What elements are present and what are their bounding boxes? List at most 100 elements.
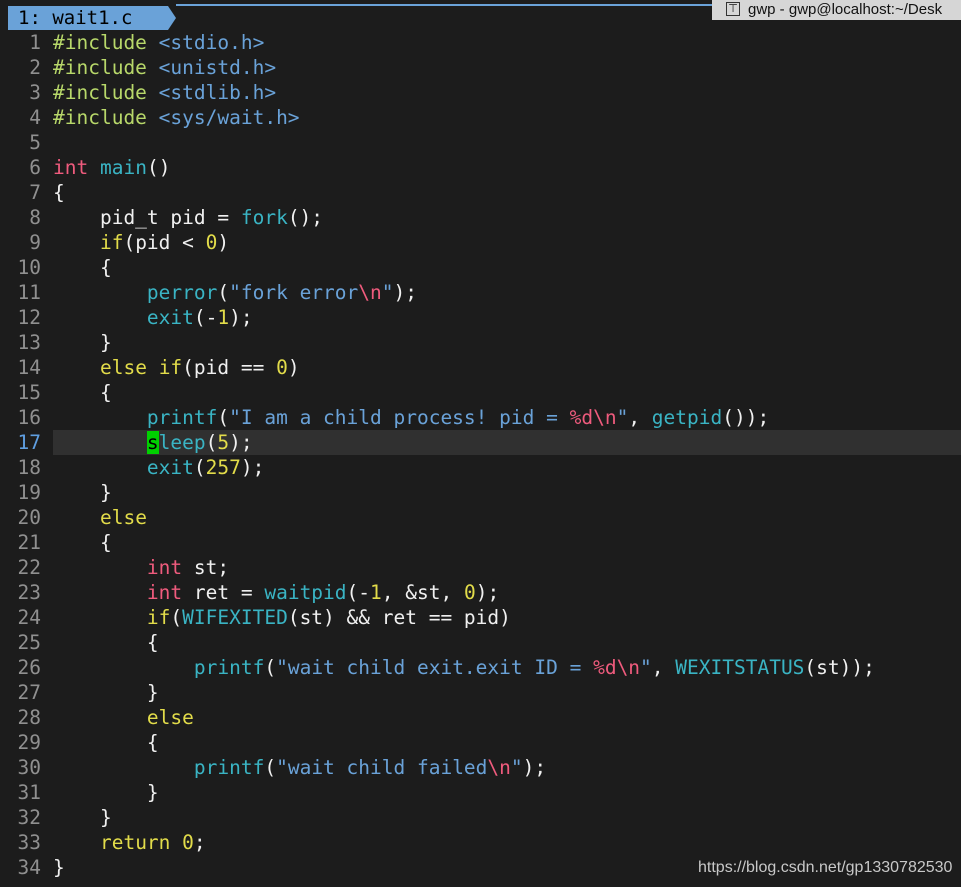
line-code[interactable]: else (53, 505, 147, 530)
line-code[interactable]: else if(pid == 0) (53, 355, 300, 380)
line-number: 7 (29, 181, 41, 204)
line-code[interactable]: { (53, 255, 112, 280)
line-code[interactable]: int ret = waitpid(-1, &st, 0); (53, 580, 499, 605)
pin-icon[interactable]: ⊤ (726, 2, 740, 16)
code-line[interactable]: 31 } (0, 780, 961, 805)
line-number: 6 (29, 156, 41, 179)
line-code[interactable]: perror("fork error\n"); (53, 280, 417, 305)
line-code[interactable]: } (53, 805, 112, 830)
line-code[interactable]: } (53, 680, 159, 705)
line-code[interactable]: } (53, 855, 65, 880)
line-number: 30 (17, 756, 41, 779)
code-editor[interactable]: 1 #include <stdio.h> 2 #include <unistd.h> 3… (0, 30, 961, 880)
code-line[interactable]: 14 else if(pid == 0) (0, 355, 961, 380)
code-line[interactable]: 15 { (0, 380, 961, 405)
code-line[interactable]: 21 { (0, 530, 961, 555)
line-code[interactable]: printf("wait child exit.exit ID = %d\n",… (53, 655, 875, 680)
code-line[interactable]: 32 } (0, 805, 961, 830)
code-line[interactable]: 17 sleep(5); (0, 430, 961, 455)
code-line[interactable]: 12 exit(-1); (0, 305, 961, 330)
line-code[interactable]: #include <stdlib.h> (53, 80, 276, 105)
line-code[interactable]: { (53, 380, 112, 405)
line-code[interactable]: pid_t pid = fork(); (53, 205, 323, 230)
line-code[interactable]: } (53, 330, 112, 355)
line-code[interactable]: if(pid < 0) (53, 230, 229, 255)
code-line[interactable]: 28 else (0, 705, 961, 730)
line-number: 25 (17, 631, 41, 654)
line-code[interactable]: #include <sys/wait.h> (53, 105, 300, 130)
code-line[interactable]: 27 } (0, 680, 961, 705)
code-line[interactable]: 11 perror("fork error\n"); (0, 280, 961, 305)
line-code[interactable]: exit(-1); (53, 305, 253, 330)
line-number: 20 (17, 506, 41, 529)
line-code[interactable]: } (53, 480, 112, 505)
code-line[interactable]: 4 #include <sys/wait.h> (0, 105, 961, 130)
line-code[interactable]: else (53, 705, 194, 730)
code-line[interactable]: 29 { (0, 730, 961, 755)
tab-bar: 1: wait1.c ⊤ gwp - gwp@localhost:~/Desk (0, 0, 961, 30)
line-code[interactable]: { (53, 630, 159, 655)
watermark: https://blog.csdn.net/gp1330782530 (698, 859, 953, 876)
code-line[interactable]: 5 (0, 130, 961, 155)
line-code[interactable]: printf("wait child failed\n"); (53, 755, 546, 780)
line-code[interactable]: { (53, 730, 159, 755)
line-number: 11 (17, 281, 41, 304)
window-title: gwp - gwp@localhost:~/Desk (748, 1, 943, 18)
line-number: 9 (29, 231, 41, 254)
code-line[interactable]: 18 exit(257); (0, 455, 961, 480)
code-line[interactable]: 16 printf("I am a child process! pid = %… (0, 405, 961, 430)
code-line[interactable]: 1 #include <stdio.h> (0, 30, 961, 55)
line-number: 29 (17, 731, 41, 754)
text-cursor: s (146, 431, 159, 454)
code-line[interactable]: 33 return 0; (0, 830, 961, 855)
code-line[interactable]: 7{ (0, 180, 961, 205)
line-number: 34 (17, 856, 41, 879)
line-number: 28 (17, 706, 41, 729)
code-line[interactable]: 2 #include <unistd.h> (0, 55, 961, 80)
code-line[interactable]: 19 } (0, 480, 961, 505)
line-number: 32 (17, 806, 41, 829)
code-line[interactable]: 3 #include <stdlib.h> (0, 80, 961, 105)
line-code[interactable]: exit(257); (53, 455, 264, 480)
code-line[interactable]: 25 { (0, 630, 961, 655)
line-number: 8 (29, 206, 41, 229)
line-number: 5 (29, 131, 41, 154)
code-line[interactable]: 24 if(WIFEXITED(st) && ret == pid) (0, 605, 961, 630)
code-line[interactable]: 10 { (0, 255, 961, 280)
line-code[interactable]: if(WIFEXITED(st) && ret == pid) (53, 605, 511, 630)
window-title-bar[interactable]: ⊤ gwp - gwp@localhost:~/Desk (712, 0, 961, 20)
line-number: 12 (17, 306, 41, 329)
line-code[interactable]: int st; (53, 555, 229, 580)
code-line[interactable]: 22 int st; (0, 555, 961, 580)
line-code[interactable]: #include <unistd.h> (53, 55, 276, 80)
line-number: 23 (17, 581, 41, 604)
line-number: 26 (17, 656, 41, 679)
code-line[interactable]: 6 int main() (0, 155, 961, 180)
line-code[interactable]: } (53, 780, 159, 805)
code-line[interactable]: 26 printf("wait child exit.exit ID = %d\… (0, 655, 961, 680)
line-number: 14 (17, 356, 41, 379)
code-line[interactable]: 23 int ret = waitpid(-1, &st, 0); (0, 580, 961, 605)
line-number: 17 (17, 431, 41, 454)
line-code[interactable]: { (53, 180, 65, 205)
tab-wait1-c[interactable]: 1: wait1.c (8, 6, 176, 30)
line-code[interactable]: int main() (53, 155, 170, 180)
line-code[interactable]: #include <stdio.h> (53, 30, 264, 55)
code-line[interactable]: 9 if(pid < 0) (0, 230, 961, 255)
line-number: 19 (17, 481, 41, 504)
line-number: 1 (29, 31, 41, 54)
line-number: 13 (17, 331, 41, 354)
line-code[interactable]: sleep(5); (53, 430, 253, 455)
line-code[interactable]: return 0; (53, 830, 206, 855)
line-code[interactable]: { (53, 530, 112, 555)
code-line[interactable]: 13 } (0, 330, 961, 355)
line-number: 3 (29, 81, 41, 104)
line-code[interactable]: printf("I am a child process! pid = %d\n… (53, 405, 769, 430)
code-line[interactable]: 8 pid_t pid = fork(); (0, 205, 961, 230)
line-number: 15 (17, 381, 41, 404)
line-number: 2 (29, 56, 41, 79)
line-number: 22 (17, 556, 41, 579)
line-number: 21 (17, 531, 41, 554)
code-line[interactable]: 30 printf("wait child failed\n"); (0, 755, 961, 780)
code-line[interactable]: 20 else (0, 505, 961, 530)
